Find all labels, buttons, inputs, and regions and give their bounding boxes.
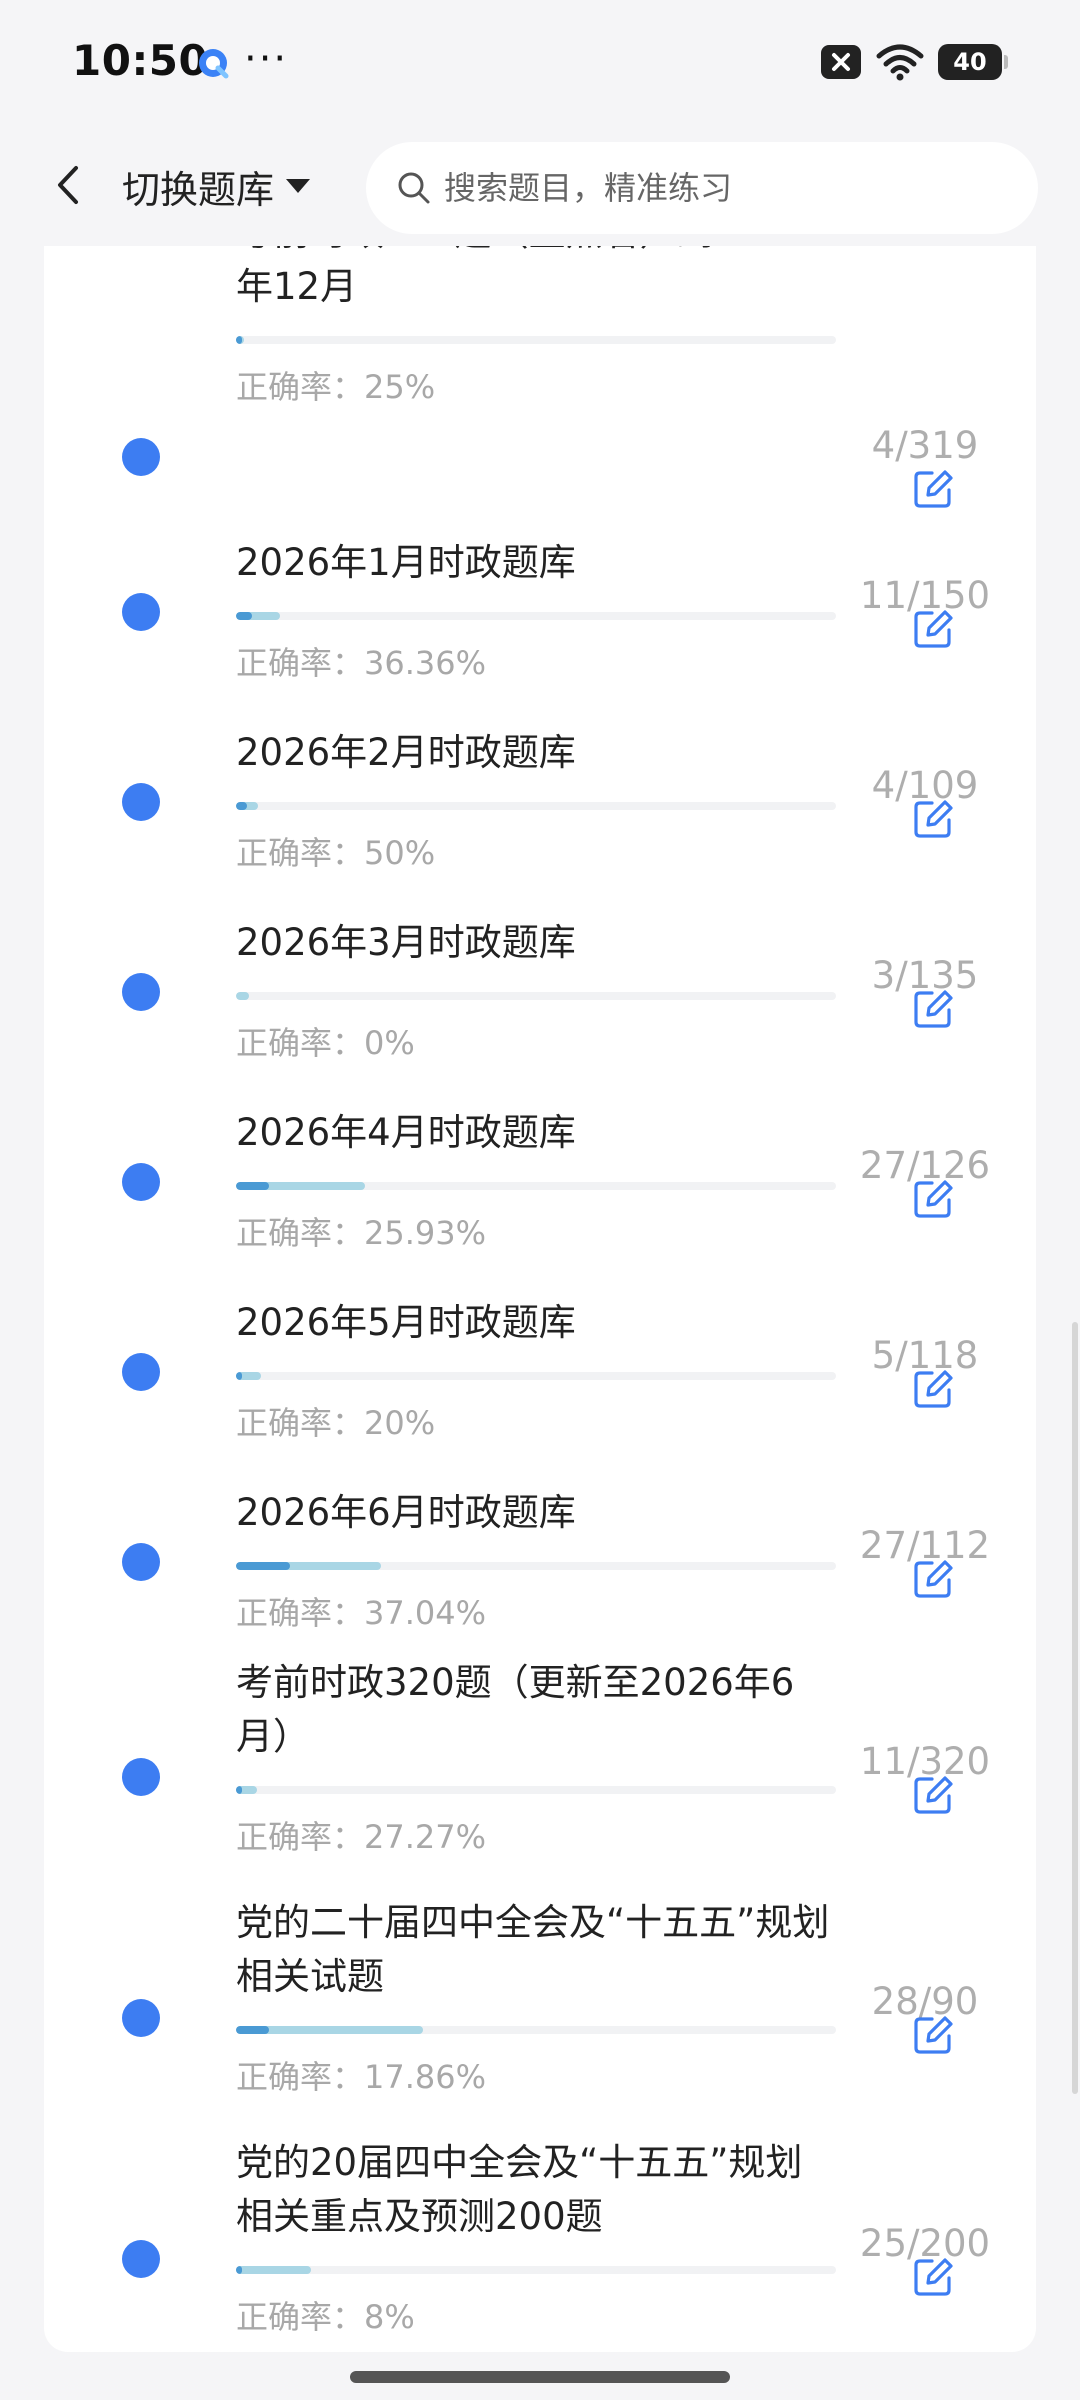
progress-fill xyxy=(236,2266,311,2274)
item-title[interactable]: 2026年5月时政题库 xyxy=(236,1296,836,1350)
progress-correct-fill xyxy=(236,802,247,810)
progress-correct-fill xyxy=(236,612,252,620)
status-dot xyxy=(122,1163,160,1201)
progress-bar xyxy=(236,802,836,810)
progress-fill xyxy=(236,992,249,1000)
item-accuracy: 正确率：27.27% xyxy=(236,1818,487,1856)
edit-practice-icon[interactable] xyxy=(912,2256,954,2298)
edit-practice-icon[interactable] xyxy=(912,988,954,1030)
progress-bar xyxy=(236,1562,836,1570)
progress-bar xyxy=(236,992,836,1000)
item-accuracy: 正确率：20% xyxy=(236,1404,436,1442)
status-bar: 10:50 ··· 40 xyxy=(0,0,1080,126)
edit-practice-icon[interactable] xyxy=(912,1178,954,1220)
progress-bar xyxy=(236,1372,836,1380)
item-title[interactable]: 考前时政320题（更新至2026年6月） xyxy=(236,1656,836,1764)
progress-bar xyxy=(236,2026,836,2034)
switch-question-bank-label: 切换题库 xyxy=(122,167,275,212)
item-title[interactable]: 2026年1月时政题库 xyxy=(236,536,836,590)
search-input[interactable] xyxy=(442,168,1006,208)
status-dot xyxy=(122,1353,160,1391)
caret-down-icon xyxy=(286,179,311,193)
item-accuracy: 正确率：25% xyxy=(236,368,436,406)
progress-correct-fill xyxy=(236,1182,269,1190)
item-title[interactable]: 考前时政320题（重点看）到2025年12月 xyxy=(236,246,836,314)
back-arrow-icon[interactable] xyxy=(44,160,94,210)
battery-level: 40 xyxy=(953,48,987,76)
status-icons: 40 xyxy=(820,42,1008,82)
progress-correct-fill xyxy=(236,1562,290,1570)
progress-bar xyxy=(236,336,836,344)
progress-correct-fill xyxy=(236,2026,269,2034)
progress-correct-fill xyxy=(236,1372,242,1380)
progress-bar xyxy=(236,2266,836,2274)
edit-practice-icon[interactable] xyxy=(912,1368,954,1410)
edit-practice-icon[interactable] xyxy=(912,2014,954,2056)
item-title[interactable]: 党的二十届四中全会及“十五五”规划相关试题 xyxy=(236,1896,836,2004)
question-bank-list: 考前时政320题（重点看）到2025年12月正确率：25% 4/319 2026年1… xyxy=(44,246,1036,2352)
status-dot xyxy=(122,593,160,631)
item-title[interactable]: 2026年2月时政题库 xyxy=(236,726,836,780)
item-title[interactable]: 2026年4月时政题库 xyxy=(236,1106,836,1160)
edit-practice-icon[interactable] xyxy=(912,608,954,650)
edit-practice-icon[interactable] xyxy=(912,798,954,840)
item-title[interactable]: 党的20届四中全会及“十五五”规划相关重点及预测200题 xyxy=(236,2136,836,2244)
item-accuracy: 正确率：8% xyxy=(236,2298,415,2336)
home-indicator[interactable] xyxy=(350,2371,730,2383)
progress-correct-fill xyxy=(236,336,242,344)
item-accuracy: 正确率：36.36% xyxy=(236,644,487,682)
browser-app-icon xyxy=(199,49,229,79)
search-bar[interactable] xyxy=(366,142,1038,234)
edit-practice-icon[interactable] xyxy=(912,1558,954,1600)
battery-icon: 40 xyxy=(938,44,1008,80)
item-progress-count: 4/319 xyxy=(871,424,979,467)
progress-bar xyxy=(236,612,836,620)
item-accuracy: 正确率：0% xyxy=(236,1024,415,1062)
status-dot xyxy=(122,2240,160,2278)
item-title[interactable]: 2026年3月时政题库 xyxy=(236,916,836,970)
sim-off-icon xyxy=(821,45,861,79)
edit-practice-icon[interactable] xyxy=(912,1774,954,1816)
switch-question-bank-button[interactable]: 切换题库 xyxy=(122,156,312,216)
edit-practice-icon[interactable] xyxy=(912,468,954,510)
progress-correct-fill xyxy=(236,1786,242,1794)
status-dot xyxy=(122,1999,160,2037)
status-dot xyxy=(122,438,160,476)
item-accuracy: 正确率：17.86% xyxy=(236,2058,487,2096)
progress-bar xyxy=(236,1182,836,1190)
wifi-icon xyxy=(876,44,924,81)
progress-correct-fill xyxy=(236,2266,242,2274)
status-dot xyxy=(122,1543,160,1581)
item-title[interactable]: 2026年6月时政题库 xyxy=(236,1486,836,1540)
more-notifications-icon: ··· xyxy=(244,36,289,82)
item-accuracy: 正确率：50% xyxy=(236,834,436,872)
item-accuracy: 正确率：25.93% xyxy=(236,1214,487,1252)
item-accuracy: 正确率：37.04% xyxy=(236,1594,487,1632)
status-dot xyxy=(122,1758,160,1796)
status-time: 10:50 xyxy=(72,36,209,85)
status-dot xyxy=(122,783,160,821)
progress-bar xyxy=(236,1786,836,1794)
scrollbar[interactable] xyxy=(1072,1322,1078,2094)
top-bar: 切换题库 xyxy=(0,126,1080,246)
search-icon xyxy=(398,172,430,204)
status-dot xyxy=(122,973,160,1011)
